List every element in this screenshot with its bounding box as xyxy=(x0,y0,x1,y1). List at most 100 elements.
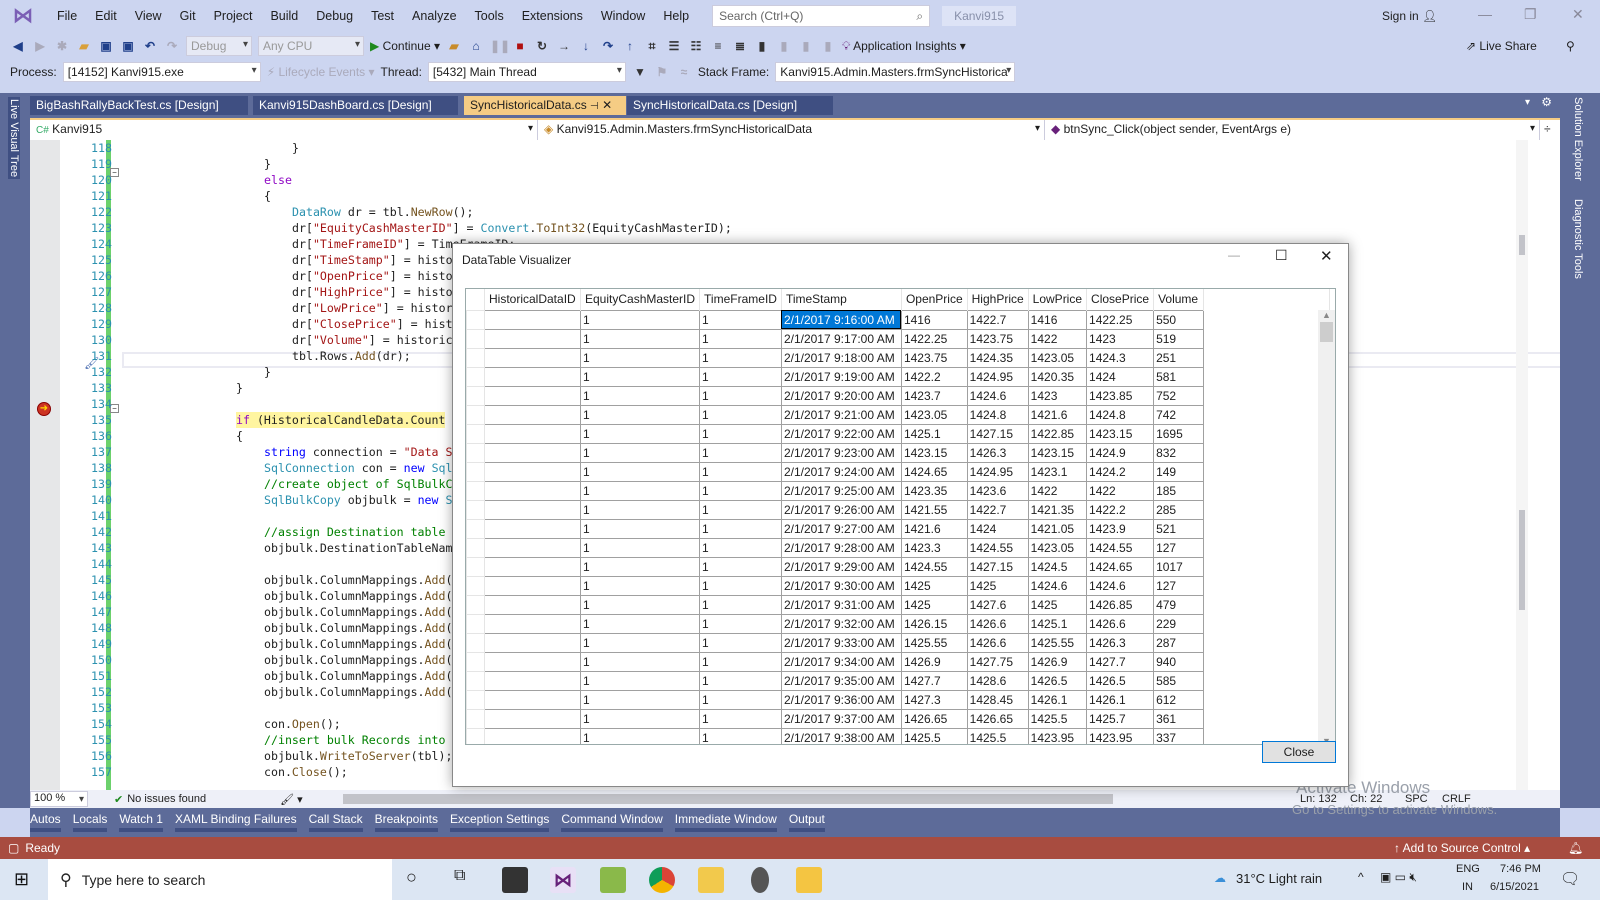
cell-historicaldataid[interactable] xyxy=(484,632,581,653)
cell-timeframeid[interactable]: 1 xyxy=(699,575,782,596)
dialog-maximize-button[interactable]: ☐ xyxy=(1275,247,1288,264)
cell-lowprice[interactable]: 1426.1 xyxy=(1027,689,1088,710)
cell-closeprice[interactable]: 1422 xyxy=(1086,480,1155,501)
cell-openprice[interactable]: 1423.35 xyxy=(900,480,968,501)
tool-tab-locals[interactable]: Locals xyxy=(72,812,108,832)
continue-button[interactable]: ▶ Continue ▾ xyxy=(370,39,440,53)
cell-timestamp[interactable]: 2/1/2017 9:32:00 AM xyxy=(780,613,902,634)
cell-timeframeid[interactable]: 1 xyxy=(699,328,782,349)
table-row[interactable]: 1 1 2/1/2017 9:32:00 AM 1426.15 1426.6 1425.1… xyxy=(466,613,1330,634)
column-header-lowprice[interactable]: LowPrice xyxy=(1028,289,1088,310)
cell-historicaldataid[interactable] xyxy=(484,575,581,596)
cell-openprice[interactable]: 1421.6 xyxy=(900,518,968,539)
cell-historicaldataid[interactable] xyxy=(484,651,581,672)
cell-openprice[interactable]: 1426.65 xyxy=(900,708,968,729)
row-header[interactable] xyxy=(466,556,485,577)
row-header[interactable] xyxy=(466,594,485,615)
cell-historicaldataid[interactable] xyxy=(484,499,581,520)
horizontal-scrollbar[interactable] xyxy=(342,794,1113,804)
cell-volume[interactable]: 1695 xyxy=(1153,423,1205,444)
cell-timeframeid[interactable]: 1 xyxy=(699,442,782,463)
cell-closeprice[interactable]: 1426.1 xyxy=(1086,689,1155,710)
cell-timestamp[interactable]: 2/1/2017 9:24:00 AM xyxy=(780,461,902,482)
project-dropdown[interactable]: C# Kanvi915 xyxy=(30,120,538,140)
cell-timestamp[interactable]: 2/1/2017 9:19:00 AM xyxy=(780,366,902,387)
tray-icons[interactable]: ▣ ▭ 🔇︎ xyxy=(1380,870,1417,885)
table-row[interactable]: 1 1 2/1/2017 9:25:00 AM 1423.35 1423.6 1422 14… xyxy=(466,480,1330,501)
cell-volume[interactable]: 521 xyxy=(1153,518,1205,539)
row-header[interactable] xyxy=(466,632,485,653)
column-header-volume[interactable]: Volume xyxy=(1153,289,1205,310)
table-row[interactable]: 1 1 2/1/2017 9:19:00 AM 1422.2 1424.95 1420.3… xyxy=(466,366,1330,387)
diagnostic-tools-tab[interactable]: Diagnostic Tools xyxy=(1572,199,1584,279)
cell-closeprice[interactable]: 1423.95 xyxy=(1086,727,1155,744)
tab-dropdown-icon[interactable]: ▾ xyxy=(1525,97,1530,108)
file-explorer-app-icon[interactable] xyxy=(796,867,822,893)
cell-volume[interactable]: 185 xyxy=(1153,480,1205,501)
cell-equitycashmasterid[interactable]: 1 xyxy=(579,670,701,691)
cortana-icon[interactable]: ○ xyxy=(406,867,417,888)
menu-view[interactable]: View xyxy=(126,9,171,23)
cell-lowprice[interactable]: 1421.35 xyxy=(1027,499,1088,520)
cell-lowprice[interactable]: 1423.05 xyxy=(1027,347,1088,368)
row-header[interactable] xyxy=(466,423,485,444)
cell-timeframeid[interactable]: 1 xyxy=(699,480,782,501)
language-indicator[interactable]: ENG xyxy=(1456,863,1480,875)
application-insights-button[interactable]: 💡︎ Application Insights ▾ xyxy=(842,39,966,54)
cell-lowprice[interactable]: 1426.9 xyxy=(1027,651,1088,672)
cell-equitycashmasterid[interactable]: 1 xyxy=(579,328,701,349)
cell-timestamp[interactable]: 2/1/2017 9:35:00 AM xyxy=(780,670,902,691)
cell-closeprice[interactable]: 1424.2 xyxy=(1086,461,1155,482)
cell-closeprice[interactable]: 1422.25 xyxy=(1086,309,1155,330)
row-header[interactable] xyxy=(466,461,485,482)
cell-closeprice[interactable]: 1426.5 xyxy=(1086,670,1155,691)
cell-timestamp[interactable]: 2/1/2017 9:37:00 AM xyxy=(780,708,902,729)
tool-tab-output[interactable]: Output xyxy=(788,812,825,832)
live-share-button[interactable]: ⇗ Live Share xyxy=(1466,39,1537,53)
cell-lowprice[interactable]: 1423.05 xyxy=(1027,537,1088,558)
table-row[interactable]: 1 1 2/1/2017 9:37:00 AM 1426.65 1426.65 1425.… xyxy=(466,708,1330,729)
cell-timestamp[interactable]: 2/1/2017 9:34:00 AM xyxy=(780,651,902,672)
forward-icon[interactable]: ▶ xyxy=(32,39,48,53)
cell-timestamp[interactable]: 2/1/2017 9:30:00 AM xyxy=(780,575,902,596)
cell-timestamp[interactable]: 2/1/2017 9:17:00 AM xyxy=(780,328,902,349)
cell-openprice[interactable]: 1423.3 xyxy=(900,537,968,558)
indent-icon[interactable]: ≡ xyxy=(710,39,726,53)
cell-timeframeid[interactable]: 1 xyxy=(699,347,782,368)
cell-lowprice[interactable]: 1426.5 xyxy=(1027,670,1088,691)
cell-lowprice[interactable]: 1425.1 xyxy=(1027,613,1088,634)
cell-historicaldataid[interactable] xyxy=(484,366,581,387)
cell-timeframeid[interactable]: 1 xyxy=(699,309,782,330)
cell-volume[interactable]: 519 xyxy=(1153,328,1205,349)
cell-timeframeid[interactable]: 1 xyxy=(699,670,782,691)
table-row[interactable]: 1 1 2/1/2017 9:21:00 AM 1423.05 1424.8 1421.6… xyxy=(466,404,1330,425)
cell-equitycashmasterid[interactable]: 1 xyxy=(579,708,701,729)
feedback-icon[interactable]: ⚲ xyxy=(1566,39,1575,53)
cell-highprice[interactable]: 1426.6 xyxy=(966,632,1029,653)
dialog-minimize-button[interactable]: — xyxy=(1228,248,1240,262)
cell-volume[interactable]: 742 xyxy=(1153,404,1205,425)
stack-frame-select[interactable]: Kanvi915.Admin.Masters.frmSyncHistorica xyxy=(775,62,1016,82)
cell-openprice[interactable]: 1425.5 xyxy=(900,727,968,744)
cell-lowprice[interactable]: 1422.85 xyxy=(1027,423,1088,444)
table-row[interactable]: 1 1 2/1/2017 9:17:00 AM 1422.25 1423.75 1422 1… xyxy=(466,328,1330,349)
cell-openprice[interactable]: 1423.05 xyxy=(900,404,968,425)
cell-openprice[interactable]: 1426.9 xyxy=(900,651,968,672)
cell-equitycashmasterid[interactable]: 1 xyxy=(579,499,701,520)
row-header[interactable] xyxy=(466,575,485,596)
cell-closeprice[interactable]: 1423.9 xyxy=(1086,518,1155,539)
table-row[interactable]: 1 1 2/1/2017 9:38:00 AM 1425.5 1425.5 1423.95… xyxy=(466,727,1330,744)
menu-file[interactable]: File xyxy=(48,9,86,23)
row-header[interactable] xyxy=(466,366,485,387)
webcam-app-icon[interactable] xyxy=(751,867,769,893)
cell-timeframeid[interactable]: 1 xyxy=(699,613,782,634)
cell-volume[interactable]: 229 xyxy=(1153,613,1205,634)
menu-help[interactable]: Help xyxy=(654,9,698,23)
cell-volume[interactable]: 127 xyxy=(1153,575,1205,596)
pin-icon[interactable]: ⊣ xyxy=(590,101,599,112)
cell-lowprice[interactable]: 1425.55 xyxy=(1027,632,1088,653)
vertical-scrollbar[interactable] xyxy=(1516,140,1528,790)
row-header[interactable] xyxy=(466,651,485,672)
table-row[interactable]: 1 1 2/1/2017 9:23:00 AM 1423.15 1426.3 1423.1… xyxy=(466,442,1330,463)
cell-timestamp[interactable]: 2/1/2017 9:29:00 AM xyxy=(780,556,902,577)
